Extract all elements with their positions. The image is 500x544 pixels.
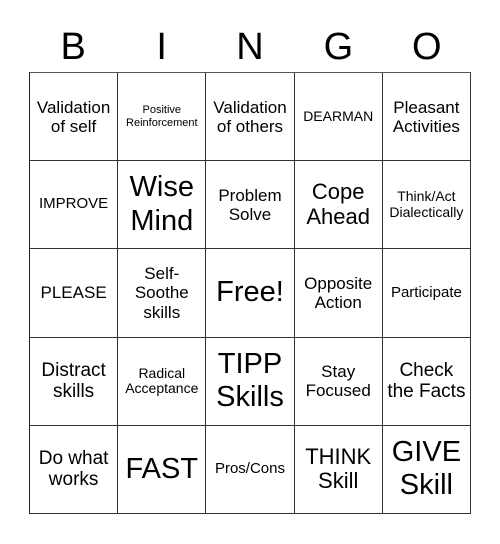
bingo-cell[interactable]: Radical Acceptance [118, 337, 207, 426]
header-letter-b: B [60, 26, 86, 68]
bingo-cell[interactable]: Validation of others [206, 73, 295, 162]
bingo-cell[interactable]: Self-Soothe skills [118, 249, 207, 338]
header-letter-n: N [236, 26, 264, 68]
header-letter-g: G [323, 26, 354, 68]
bingo-cell[interactable]: Think/Act Dialectically [382, 161, 471, 250]
bingo-cell[interactable]: FAST [118, 425, 207, 514]
header-letter-i: I [156, 26, 167, 68]
bingo-cell[interactable]: TIPP Skills [206, 337, 295, 426]
bingo-grid: Validation of self Positive Reinforcement… [29, 72, 471, 514]
bingo-cell[interactable]: Pleasant Activities [382, 73, 471, 162]
bingo-cell[interactable]: Distract skills [30, 337, 119, 426]
bingo-cell[interactable]: Wise Mind [118, 161, 207, 250]
header-letter-o: O [412, 26, 442, 68]
bingo-cell[interactable]: Check the Facts [382, 337, 471, 426]
bingo-cell[interactable]: IMPROVE [30, 161, 119, 250]
bingo-cell[interactable]: Problem Solve [206, 161, 295, 250]
bingo-cell[interactable]: Participate [382, 249, 471, 338]
bingo-cell[interactable]: Do what works [30, 425, 119, 514]
bingo-cell[interactable]: Pros/Cons [206, 425, 295, 514]
bingo-cell[interactable]: Positive Reinforcement [118, 73, 207, 162]
bingo-cell[interactable]: DEARMAN [294, 73, 383, 162]
bingo-header: B I N G O [29, 22, 471, 72]
bingo-cell[interactable]: Validation of self [30, 73, 119, 162]
bingo-cell[interactable]: Free! [206, 249, 295, 338]
bingo-cell[interactable]: Opposite Action [294, 249, 383, 338]
bingo-cell[interactable]: THINK Skill [294, 425, 383, 514]
bingo-cell[interactable]: Stay Focused [294, 337, 383, 426]
bingo-cell[interactable]: PLEASE [30, 249, 119, 338]
bingo-cell[interactable]: Cope Ahead [294, 161, 383, 250]
bingo-cell[interactable]: GIVE Skill [382, 425, 471, 514]
